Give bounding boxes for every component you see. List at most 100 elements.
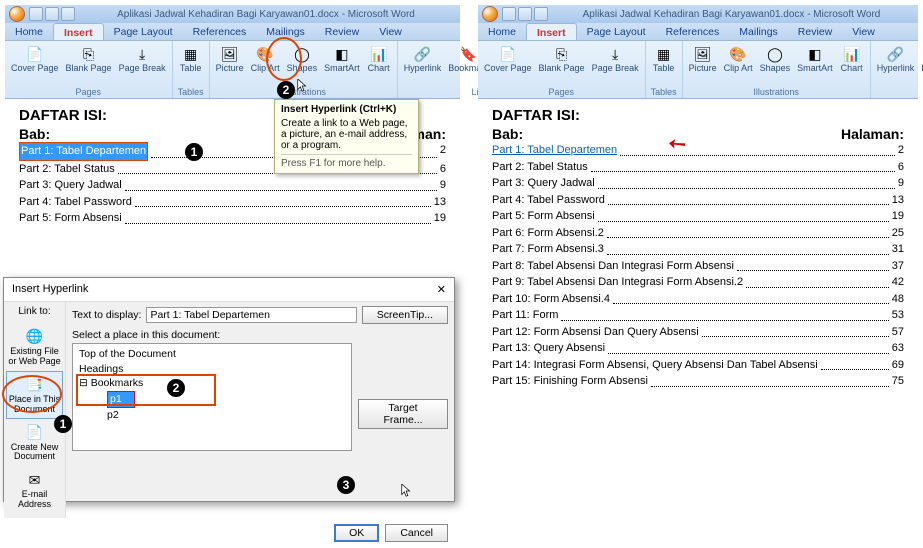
tree-node-bookmarks[interactable]: ⊟ Bookmarks [79,376,345,391]
clip-art-button[interactable]: 🎨Clip Art [722,43,755,74]
linkto-label-text: Create New Document [8,443,61,463]
tab-mailings[interactable]: Mailings [256,23,315,40]
target-frame-button[interactable]: Target Frame... [358,399,448,429]
blank-page-button[interactable]: ⎘Blank Page [537,43,587,74]
hyperlink-icon: 🔗 [412,44,432,64]
screentip-button[interactable]: ScreenTip... [362,306,448,324]
tab-references[interactable]: References [656,23,730,40]
cancel-button[interactable]: Cancel [385,524,448,542]
document-body: DAFTAR ISI: Bab: Halaman: Part 1: Tabel … [478,99,918,417]
table-button[interactable]: ▦Table [177,43,205,74]
ribbon-button-label: Shapes [287,64,318,73]
picture-button[interactable]: 🖼Picture [687,43,719,74]
existing-file-or-web-page-icon: 🌐 [25,327,45,347]
tab-review[interactable]: Review [788,23,842,40]
label-bab: Bab: [492,126,523,142]
linkto-place-in-this-document[interactable]: 📑Place in This Document [6,371,63,419]
leader-dots [651,373,889,387]
toc-row: Part 15: Finishing Form Absensi75 [492,373,904,390]
ribbon-button-label: Clip Art [251,64,280,73]
toc-page: 42 [892,274,904,291]
linkto-label-text: Existing File or Web Page [8,347,61,367]
linkto-existing-file-or-web-page[interactable]: 🌐Existing File or Web Page [6,323,63,371]
close-icon[interactable]: ✕ [437,283,446,296]
tooltip-body: Create a link to a Web page, a picture, … [281,118,412,151]
ribbon-button-label: SmartArt [797,64,833,73]
shapes-button[interactable]: ◯Shapes [285,43,320,74]
tree-node-p2[interactable]: p2 [79,408,345,423]
bookmark-button[interactable]: 🔖Bookmark [919,43,923,74]
page-break-button[interactable]: ⤓Page Break [117,43,168,74]
toc-title: Part 15: Finishing Form Absensi [492,373,648,390]
document-tree[interactable]: Top of the Document Headings ⊟ Bookmarks… [72,343,352,451]
tab-insert[interactable]: Insert [53,23,104,40]
tab-page-layout[interactable]: Page Layout [577,23,656,40]
toc-row: Part 10: Form Absensi.448 [492,291,904,308]
hyperlink-tooltip: Insert Hyperlink (Ctrl+K) Create a link … [274,99,419,174]
qat-undo-icon[interactable] [45,7,59,21]
toc-title: Part 4: Tabel Password [19,194,132,211]
ribbon-group-tables: ▦TableTables [173,41,210,98]
label-halaman: Halaman: [841,126,904,142]
tree-node-p1[interactable]: p1 [107,391,135,408]
toc-title: Part 14: Integrasi Form Absensi, Query A… [492,357,818,374]
text-to-display-input[interactable] [146,307,356,323]
qat-redo-icon[interactable] [61,7,75,21]
tab-mailings[interactable]: Mailings [729,23,788,40]
toc-row: Part 1: Tabel Departemen2 [492,142,904,159]
office-orb-icon[interactable] [482,6,498,22]
toc-page: 48 [892,291,904,308]
toc-title: Part 3: Query Jadwal [492,175,595,192]
toc-row: Part 13: Query Absensi63 [492,340,904,357]
clip-art-button[interactable]: 🎨Clip Art [249,43,282,74]
blank-page-icon: ⎘ [79,44,99,64]
smartart-button[interactable]: ◧SmartArt [795,43,835,74]
qat-redo-icon[interactable] [534,7,548,21]
toc-title: Part 7: Form Absensi.3 [492,241,604,258]
heading-daftar-isi: DAFTAR ISI: [492,107,904,124]
group-name-label: Illustrations [753,87,799,98]
ribbon-button-label: Picture [216,64,244,73]
chart-button[interactable]: 📊Chart [365,43,393,74]
ribbon-button-label: Cover Page [484,64,532,73]
linkto-e-mail-address[interactable]: ✉E-mail Address [6,466,63,514]
tab-insert[interactable]: Insert [526,23,577,40]
qat-save-icon[interactable] [502,7,516,21]
toc-page: 2 [440,142,446,161]
blank-page-button[interactable]: ⎘Blank Page [64,43,114,74]
office-orb-icon[interactable] [9,6,25,22]
ribbon-button-label: Cover Page [11,64,59,73]
linkto-create-new-document[interactable]: 📄Create New Document [6,419,63,467]
cover-page-button[interactable]: 📄Cover Page [482,43,534,74]
toc-title: Part 5: Form Absensi [492,208,595,225]
chart-button[interactable]: 📊Chart [838,43,866,74]
insert-hyperlink-dialog: Insert Hyperlink ✕ Link to: 🌐Existing Fi… [3,277,455,502]
toc-row: Part 3: Query Jadwal9 [19,177,446,194]
page-break-button[interactable]: ⤓Page Break [590,43,641,74]
tab-view[interactable]: View [369,23,412,40]
tab-page-layout[interactable]: Page Layout [104,23,183,40]
qat-undo-icon[interactable] [518,7,532,21]
e-mail-address-icon: ✉ [25,470,45,490]
toc-title[interactable]: Part 1: Tabel Departemen [492,142,617,159]
shapes-button[interactable]: ◯Shapes [758,43,793,74]
tab-home[interactable]: Home [5,23,53,40]
hyperlink-button[interactable]: 🔗Hyperlink [875,43,917,74]
table-button[interactable]: ▦Table [650,43,678,74]
tree-node-top[interactable]: Top of the Document [79,347,345,362]
cover-page-button[interactable]: 📄Cover Page [9,43,61,74]
qat-save-icon[interactable] [29,7,43,21]
picture-button[interactable]: 🖼Picture [214,43,246,74]
tab-references[interactable]: References [183,23,257,40]
ribbon-button-label: Page Break [592,64,639,73]
tab-review[interactable]: Review [315,23,369,40]
hyperlink-icon: 🔗 [885,44,905,64]
ribbon-group-pages: 📄Cover Page⎘Blank Page⤓Page BreakPages [478,41,646,98]
ok-button[interactable]: OK [334,524,379,542]
tree-node-headings[interactable]: Headings [79,362,345,377]
tab-view[interactable]: View [842,23,885,40]
tab-home[interactable]: Home [478,23,526,40]
hyperlink-button[interactable]: 🔗Hyperlink [402,43,444,74]
toc-row: Part 5: Form Absensi19 [492,208,904,225]
smartart-button[interactable]: ◧SmartArt [322,43,362,74]
